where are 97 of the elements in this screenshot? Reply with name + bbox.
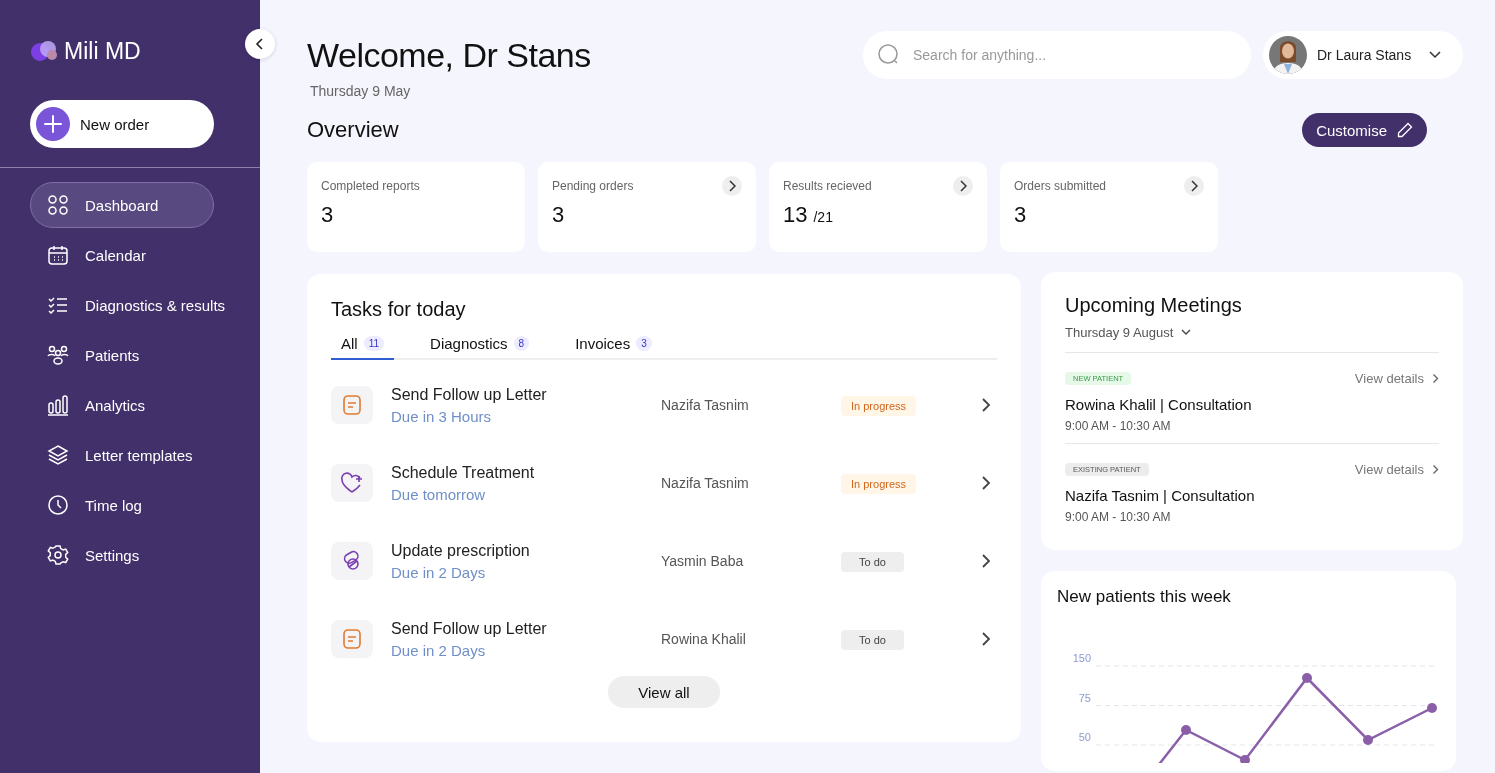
meeting-time: 9:00 AM - 10:30 AM (1065, 510, 1172, 524)
view-details-link[interactable]: View details (1354, 462, 1439, 477)
tab[interactable]: All 11 (331, 335, 395, 360)
meeting-title: Rowina Khalil | Consultation (1065, 396, 1253, 413)
stat-label: Orders submitted (1014, 179, 1107, 193)
bar-chart-icon (47, 394, 69, 416)
stat-value: 13 (783, 202, 808, 227)
chevron-right-icon[interactable] (981, 475, 991, 491)
layers-icon (47, 444, 69, 466)
status-badge: To do (841, 552, 904, 572)
chevron-right-icon[interactable] (981, 397, 991, 413)
data-point (1363, 735, 1373, 745)
chevron-left-icon (255, 38, 265, 50)
logo-icon (30, 40, 60, 62)
chevron-right-icon (1432, 373, 1439, 384)
meeting-time: 9:00 AM - 10:30 AM (1065, 419, 1172, 433)
tab[interactable]: Diagnostics 8 (420, 335, 540, 360)
panel-title: Upcoming Meetings (1065, 294, 1243, 317)
due-text: Due in 2 Days (391, 641, 487, 659)
calendar-icon (47, 244, 69, 266)
search-field[interactable]: Search for anything... (863, 31, 1251, 79)
axis-tick-label: 150 (1072, 652, 1091, 664)
nav-item[interactable]: Diagnostics & results (30, 282, 239, 328)
plus-icon (44, 115, 62, 133)
document-icon (331, 386, 373, 424)
stat-value: 3 (1014, 202, 1027, 227)
stat-value: 3 (321, 202, 334, 227)
nav-item[interactable]: Dashboard (30, 182, 214, 228)
collapse-button[interactable] (245, 29, 275, 59)
search-icon (877, 43, 901, 67)
patient-name: Nazifa Tasnim (661, 475, 750, 491)
user-menu[interactable]: Dr Laura Stans (1263, 31, 1463, 79)
panel-title: New patients this week (1057, 587, 1232, 607)
people-icon (47, 344, 69, 366)
section-title: Overview (307, 117, 399, 143)
stat-label: Pending orders (552, 179, 634, 193)
chevron-right-icon (959, 180, 967, 192)
patient-name: Rowina Khalil (661, 631, 747, 647)
chevron-right-icon (728, 180, 736, 192)
count-badge: 11 (363, 336, 385, 351)
count-badge: 8 (513, 336, 530, 351)
nav-item[interactable]: Settings (30, 532, 214, 578)
status-badge: In progress (841, 396, 917, 416)
settings-icon (47, 544, 69, 566)
open-button[interactable] (953, 176, 973, 196)
nav-item[interactable]: Time log (30, 482, 214, 528)
data-point (1302, 673, 1312, 683)
stat-total: /21 (813, 209, 833, 225)
chevron-right-icon (1190, 180, 1198, 192)
nav-item[interactable]: Patients (30, 332, 214, 378)
data-point (1240, 755, 1250, 763)
stat-label: Completed reports (321, 179, 420, 193)
page-title: Welcome, Dr Stans (307, 36, 592, 75)
patient-name: Yasmin Baba (661, 553, 745, 569)
nav-item[interactable]: Calendar (30, 232, 214, 278)
meeting-title: Nazifa Tasnim | Consultation (1065, 487, 1256, 504)
chevron-down-icon (1429, 51, 1441, 59)
axis-tick-label: 75 (1078, 691, 1091, 704)
status-badge: To do (841, 630, 904, 650)
date-text: Thursday 9 May (310, 83, 412, 99)
count-badge: 3 (636, 336, 652, 351)
chevron-down-icon (1181, 329, 1192, 336)
open-button[interactable] (722, 176, 742, 196)
axis-tick-label: 50 (1078, 731, 1091, 743)
view-all-button[interactable]: View all (608, 676, 720, 708)
open-button[interactable] (1184, 176, 1204, 196)
status-badge: In progress (841, 474, 917, 494)
chevron-right-icon[interactable] (981, 631, 991, 647)
new-order-button[interactable]: New order (30, 100, 214, 148)
view-details-link[interactable]: View details (1354, 371, 1439, 386)
patient-name: Nazifa Tasnim (661, 397, 750, 413)
stat-value: 3 (552, 202, 565, 227)
date-dropdown[interactable]: Thursday 9 August (1065, 325, 1192, 340)
document-icon (331, 620, 373, 658)
checklist-icon (47, 294, 69, 316)
task-title: Update prescription (391, 541, 531, 560)
due-text: Due in 2 Days (391, 563, 487, 581)
stat-label: Results recieved (783, 179, 872, 193)
nav-item[interactable]: Letter templates (30, 432, 214, 478)
tab[interactable]: Invoices 3 (565, 335, 662, 360)
app-name: Mili MD (64, 37, 141, 65)
due-text: Due in 3 Hours (391, 407, 493, 425)
panel-title: Tasks for today (331, 298, 467, 321)
task-title: Send Follow up Letter (391, 385, 548, 404)
data-point (1427, 703, 1437, 713)
pencil-icon (1397, 122, 1413, 138)
chevron-right-icon (1432, 464, 1439, 475)
data-point (1181, 725, 1191, 735)
chevron-right-icon[interactable] (981, 553, 991, 569)
task-title: Schedule Treatment (391, 463, 536, 482)
customise-button[interactable]: Customise (1302, 113, 1427, 147)
nav-item[interactable]: Analytics (30, 382, 214, 428)
task-title: Send Follow up Letter (391, 619, 548, 638)
grid-icon (47, 194, 69, 216)
clock-icon (47, 494, 69, 516)
due-text: Due tomorrow (391, 485, 487, 503)
pill-icon (331, 542, 373, 580)
